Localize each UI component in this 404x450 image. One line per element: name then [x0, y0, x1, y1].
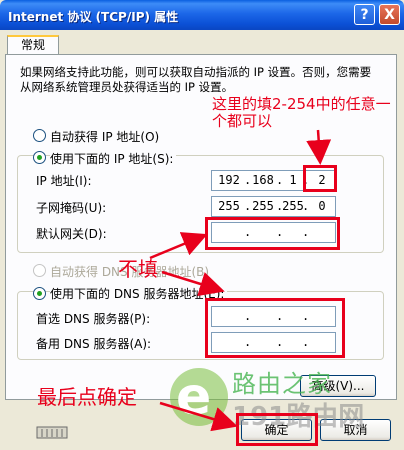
help-button[interactable]: ? — [354, 4, 375, 25]
auto-ip-radio[interactable] — [33, 129, 46, 142]
ip-octet-2: 168 — [252, 173, 274, 187]
mask-octet-4: 0 — [318, 199, 326, 213]
mask-octet-1: 255 — [218, 199, 240, 213]
final-step-annotation: 最后点确定 — [37, 385, 137, 409]
ok-highlight — [236, 413, 318, 446]
close-button[interactable]: X — [379, 4, 400, 25]
title-bar: Internet 协议 (TCP/IP) 属性 ? X — [0, 0, 404, 30]
subnet-mask-label: 子网掩码(U): — [36, 201, 107, 215]
gateway-label: 默认网关(D): — [36, 227, 107, 241]
watermark-logo-letter: e — [176, 367, 212, 427]
tab-general[interactable]: 常规 — [7, 35, 59, 55]
mask-octet-2: 255 — [252, 199, 274, 213]
auto-dns-radio[interactable] — [33, 264, 46, 277]
description-text: 如果网络支持此功能，则可以获取自动指派的 IP 设置。否则，您需要从网络系统管理… — [20, 65, 372, 94]
ip-last-octet-highlight — [303, 165, 337, 192]
keyboard-icon — [36, 426, 68, 439]
auto-ip-label[interactable]: 自动获得 IP 地址(O) — [50, 128, 159, 145]
manual-dns-label[interactable]: 使用下面的 DNS 服务器地址(E): — [50, 285, 228, 302]
window-title: Internet 协议 (TCP/IP) 属性 — [8, 10, 179, 24]
preferred-dns-label: 首选 DNS 服务器(P): — [36, 312, 151, 326]
no-fill-annotation: 不填 — [118, 257, 158, 281]
manual-dns-radio[interactable] — [33, 287, 46, 300]
mask-dot: . — [302, 199, 310, 213]
ip-octet-1: 192 — [218, 173, 240, 187]
alternate-dns-label: 备用 DNS 服务器(A): — [36, 337, 152, 351]
watermark-text-1: 路由之家 — [232, 370, 332, 398]
manual-ip-label[interactable]: 使用下面的 IP 地址(S): — [50, 150, 177, 167]
subnet-mask-field[interactable]: 255 . 255 . 255 . 0 — [211, 196, 336, 217]
gateway-highlight — [205, 217, 340, 250]
manual-ip-radio[interactable] — [33, 151, 46, 164]
ip-note-annotation: 这里的填2-254中的任意一个都可以 — [212, 95, 391, 130]
ip-address-label: IP 地址(I): — [36, 174, 92, 188]
dns-highlight — [205, 298, 345, 358]
